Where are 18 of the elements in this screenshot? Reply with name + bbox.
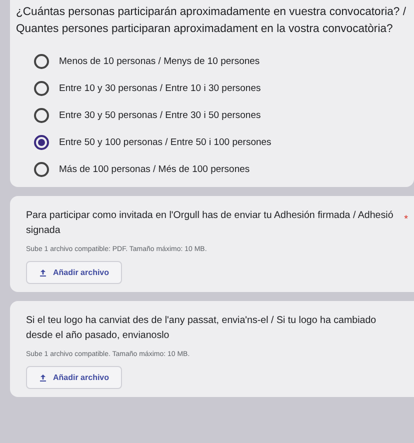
option-label: Entre 50 y 100 personas / Entre 50 i 100 persones	[59, 137, 272, 148]
radio-button[interactable]	[34, 135, 49, 150]
upload-icon	[39, 268, 47, 276]
radio-button[interactable]	[34, 162, 49, 177]
option-label: Más de 100 personas / Més de 100 persones	[59, 164, 250, 175]
question-title: ¿Cuántas personas participarán aproximadamente en vuestra convocatoria? / Quantes persones participaran aproximadament en la vostra convocatòria?	[16, 5, 407, 37]
required-mark: *	[404, 214, 408, 225]
option-label: Menos de 10 personas / Menys de 10 persones	[59, 56, 260, 67]
radio-button[interactable]	[34, 108, 49, 123]
add-file-button[interactable]: Añadir archivo	[26, 366, 122, 389]
option-label: Entre 10 y 30 personas / Entre 10 i 30 persones	[59, 83, 261, 94]
radio-button[interactable]	[34, 54, 49, 69]
upload-icon	[39, 374, 47, 382]
add-file-button[interactable]: Añadir archivo	[26, 261, 122, 284]
question-title: Si el teu logo ha canviat des de l'any passat, envia'ns-el / Si tu logo ha cambiado desde el año pasado, envianoslo	[26, 314, 378, 343]
radio-button[interactable]	[34, 81, 49, 96]
option-label: Entre 30 y 50 personas / Entre 30 i 50 persones	[59, 110, 261, 121]
question-title: Para participar como invitada en l'Orgull has de enviar tu Adhesión firmada / Adhesió signada	[26, 209, 394, 238]
